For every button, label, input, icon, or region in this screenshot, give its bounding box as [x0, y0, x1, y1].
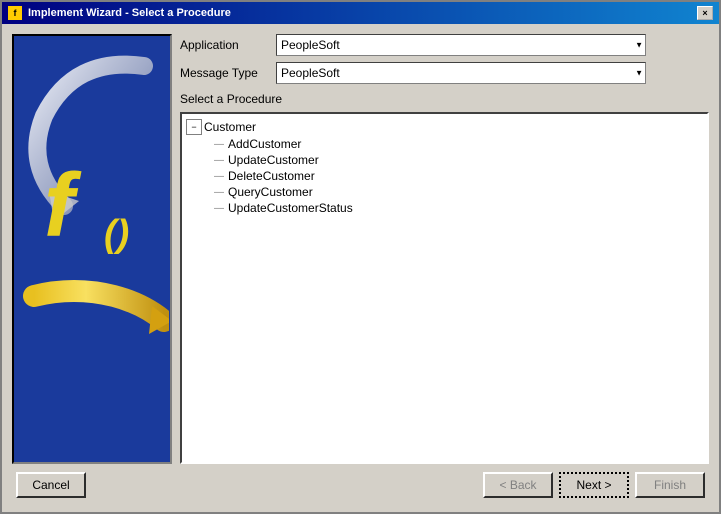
tree-children: — AddCustomer — UpdateCustomer — DeleteC…	[186, 136, 703, 216]
logo-panel: f ()	[12, 34, 172, 464]
application-select-wrapper: PeopleSoft	[276, 34, 646, 56]
svg-text:f: f	[44, 156, 82, 256]
tree-child-node[interactable]: — QueryCustomer	[210, 184, 703, 200]
tree-dash: —	[214, 187, 224, 198]
tree-dash: —	[214, 139, 224, 150]
logo-container: f ()	[14, 36, 170, 462]
svg-text:(): ()	[104, 213, 129, 255]
cancel-button[interactable]: Cancel	[16, 472, 86, 498]
tree-child-label: AddCustomer	[228, 137, 301, 151]
window-icon: f	[8, 6, 22, 20]
main-content: Application PeopleSoft Message Type Peop…	[180, 34, 709, 464]
message-type-select-wrapper: PeopleSoft	[276, 62, 646, 84]
close-button[interactable]: ×	[697, 6, 713, 20]
message-type-select[interactable]: PeopleSoft	[276, 62, 646, 84]
tree-dash: —	[214, 171, 224, 182]
tree-root-label: Customer	[204, 120, 256, 134]
application-row: Application PeopleSoft	[180, 34, 709, 56]
tree-child-label: UpdateCustomerStatus	[228, 201, 353, 215]
procedure-tree[interactable]: − Customer — AddCustomer — UpdateCustome…	[180, 112, 709, 464]
tree-dash: —	[214, 155, 224, 166]
tree-dash: —	[214, 203, 224, 214]
window-body: f () Application	[2, 24, 719, 512]
main-window: f Implement Wizard - Select a Procedure …	[0, 0, 721, 514]
tree-child-label: QueryCustomer	[228, 185, 313, 199]
message-type-row: Message Type PeopleSoft	[180, 62, 709, 84]
tree-child-node[interactable]: — DeleteCustomer	[210, 168, 703, 184]
logo-svg: f ()	[14, 36, 169, 356]
section-label: Select a Procedure	[180, 92, 709, 106]
tree-child-label: UpdateCustomer	[228, 153, 319, 167]
tree-child-node[interactable]: — AddCustomer	[210, 136, 703, 152]
tree-child-node[interactable]: — UpdateCustomer	[210, 152, 703, 168]
title-bar: f Implement Wizard - Select a Procedure …	[2, 2, 719, 24]
title-bar-left: f Implement Wizard - Select a Procedure	[8, 6, 231, 20]
next-button[interactable]: Next >	[559, 472, 629, 498]
bottom-bar: Cancel < Back Next > Finish	[12, 464, 709, 502]
tree-expand-icon[interactable]: −	[186, 119, 202, 135]
finish-button[interactable]: Finish	[635, 472, 705, 498]
message-type-label: Message Type	[180, 66, 268, 80]
application-select[interactable]: PeopleSoft	[276, 34, 646, 56]
tree-child-node[interactable]: — UpdateCustomerStatus	[210, 200, 703, 216]
navigation-buttons: < Back Next > Finish	[483, 472, 705, 498]
application-label: Application	[180, 38, 268, 52]
tree-child-label: DeleteCustomer	[228, 169, 315, 183]
back-button[interactable]: < Back	[483, 472, 553, 498]
tree-root-node[interactable]: − Customer	[186, 118, 703, 136]
window-title: Implement Wizard - Select a Procedure	[28, 7, 231, 19]
